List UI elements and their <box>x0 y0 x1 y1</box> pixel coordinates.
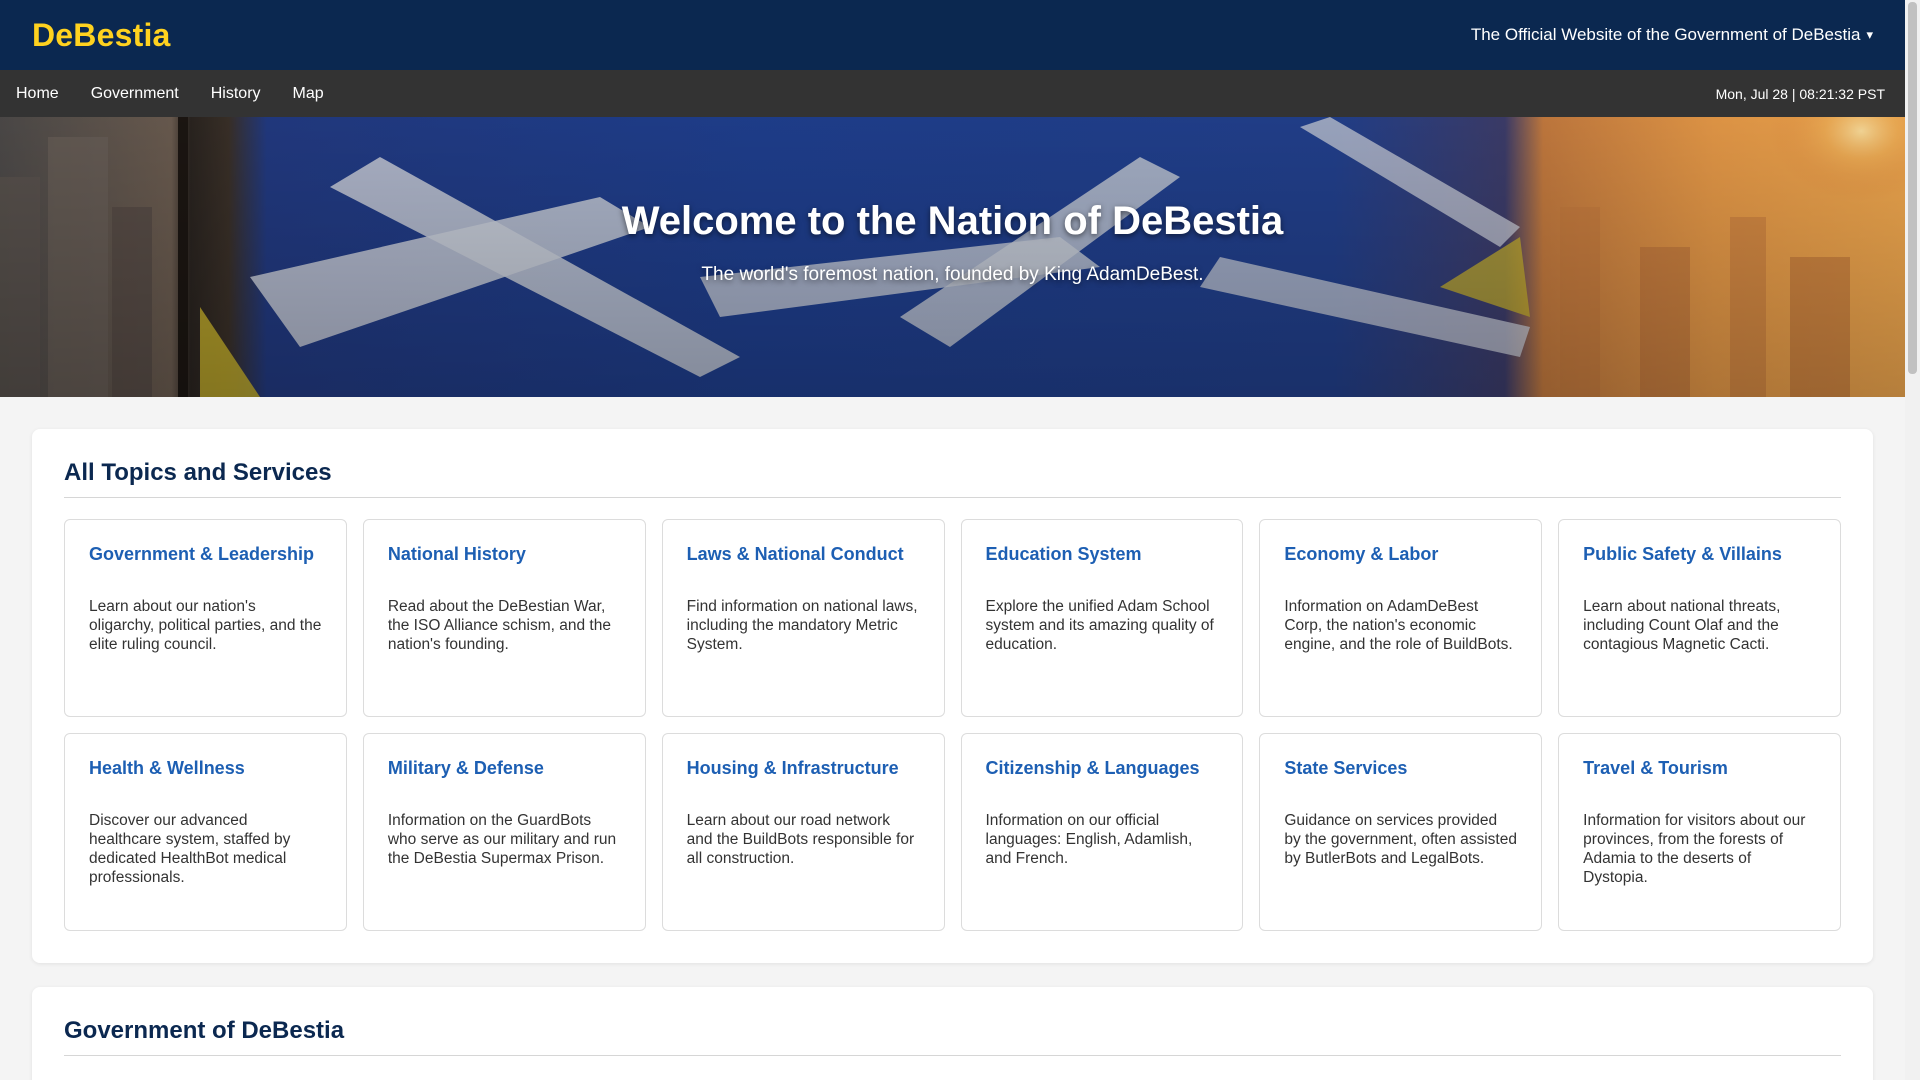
nav-links: Home Government History Map <box>0 70 340 117</box>
card-title[interactable]: Laws & National Conduct <box>687 544 920 565</box>
card-title[interactable]: Education System <box>986 544 1219 565</box>
top-header: DeBestia The Official Website of the Gov… <box>0 0 1905 70</box>
card-description: Learn about our nation's oligarchy, poli… <box>89 598 322 653</box>
card-government-leadership[interactable]: Government & Leadership Learn about our … <box>64 519 347 717</box>
card-title[interactable]: Military & Defense <box>388 758 621 779</box>
card-description: Explore the unified Adam School system a… <box>985 598 1214 653</box>
hero-text: Welcome to the Nation of DeBestia The wo… <box>0 199 1905 286</box>
page: DeBestia The Official Website of the Gov… <box>0 0 1920 1080</box>
card-description: Read about the DeBestian War, the ISO Al… <box>387 598 611 653</box>
hero-subtitle: The world's foremost nation, founded by … <box>701 264 1204 285</box>
official-website-dropdown[interactable]: The Official Website of the Government o… <box>1471 25 1873 45</box>
topics-section: All Topics and Services Government & Lea… <box>32 429 1873 963</box>
government-section: Government of DeBestia <box>32 987 1873 1080</box>
card-citizenship-languages[interactable]: Citizenship & Languages Information on o… <box>960 733 1244 931</box>
nav-link-government[interactable]: Government <box>75 70 195 117</box>
nav-link-map[interactable]: Map <box>277 70 340 117</box>
card-housing-infrastructure[interactable]: Housing & Infrastructure Learn about our… <box>661 733 945 931</box>
card-description: Information on AdamDeBest Corp, the nati… <box>1284 598 1513 653</box>
card-description: Guidance on services provided by the gov… <box>1284 812 1517 867</box>
card-laws-national-conduct[interactable]: Laws & National Conduct Find information… <box>661 519 945 717</box>
card-description: Learn about our road network and the Bui… <box>686 812 915 867</box>
card-title[interactable]: National History <box>388 544 621 565</box>
card-title[interactable]: Travel & Tourism <box>1583 758 1816 779</box>
card-economy-labor[interactable]: Economy & Labor Information on AdamDeBes… <box>1259 519 1543 717</box>
card-description: Learn about national threats, including … <box>1583 598 1781 653</box>
content: DeBestia The Official Website of the Gov… <box>0 0 1905 1080</box>
card-health-wellness[interactable]: Health & Wellness Discover our advanced … <box>64 733 347 931</box>
card-description: Discover our advanced healthcare system,… <box>89 812 291 886</box>
chevron-down-icon: ▾ <box>1866 27 1873 42</box>
card-title[interactable]: Citizenship & Languages <box>986 758 1219 779</box>
card-education-system[interactable]: Education System Explore the unified Ada… <box>960 519 1244 717</box>
main-nav: Home Government History Map Mon, Jul 28 … <box>0 70 1905 117</box>
card-title[interactable]: Public Safety & Villains <box>1583 544 1816 565</box>
nav-link-home[interactable]: Home <box>0 70 75 117</box>
page-scrollbar[interactable] <box>1905 0 1920 1080</box>
card-state-services[interactable]: State Services Guidance on services prov… <box>1259 733 1543 931</box>
date-time-display: Mon, Jul 28 | 08:21:32 PST <box>1715 85 1885 102</box>
card-description: Information on our official languages: E… <box>985 812 1193 867</box>
official-website-label: The Official Website of the Government o… <box>1470 25 1861 44</box>
card-national-history[interactable]: National History Read about the DeBestia… <box>362 519 646 717</box>
card-description: Find information on national laws, inclu… <box>686 598 918 653</box>
card-title[interactable]: Health & Wellness <box>89 758 322 779</box>
card-title[interactable]: Government & Leadership <box>89 544 322 565</box>
card-public-safety-villains[interactable]: Public Safety & Villains Learn about nat… <box>1558 519 1841 717</box>
topics-grid: Government & Leadership Learn about our … <box>64 519 1841 931</box>
card-description: Information for visitors about our provi… <box>1583 812 1806 886</box>
card-title[interactable]: Economy & Labor <box>1284 544 1517 565</box>
scrollbar-thumb[interactable] <box>1908 2 1917 374</box>
card-title[interactable]: State Services <box>1284 758 1517 779</box>
hero-title: Welcome to the Nation of DeBestia <box>621 199 1284 243</box>
card-travel-tourism[interactable]: Travel & Tourism Information for visitor… <box>1558 733 1841 931</box>
nav-link-history[interactable]: History <box>195 70 277 117</box>
section-title-government: Government of DeBestia <box>64 1017 1841 1056</box>
card-title[interactable]: Housing & Infrastructure <box>687 758 920 779</box>
card-description: Information on the GuardBots who serve a… <box>387 812 617 867</box>
section-title-topics: All Topics and Services <box>64 459 1841 498</box>
hero-banner: Welcome to the Nation of DeBestia The wo… <box>0 117 1905 397</box>
card-military-defense[interactable]: Military & Defense Information on the Gu… <box>362 733 646 931</box>
site-logo[interactable]: DeBestia <box>32 17 171 54</box>
